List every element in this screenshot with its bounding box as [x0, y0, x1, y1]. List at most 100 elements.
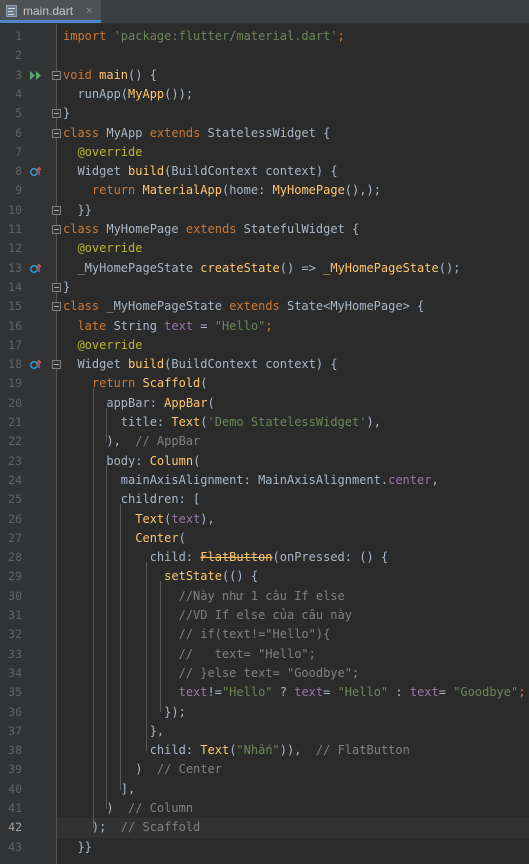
code-line[interactable]: 2: [0, 46, 529, 65]
code-line[interactable]: 10 }}: [0, 201, 529, 220]
line-number[interactable]: 41: [0, 799, 22, 818]
line-number[interactable]: 4: [0, 85, 22, 104]
code-text[interactable]: text!="Hello" ? text= "Hello" : text= "G…: [63, 683, 526, 702]
line-number[interactable]: 16: [0, 317, 22, 336]
code-line[interactable]: 26 Text(text),: [0, 510, 529, 529]
line-number[interactable]: 13: [0, 259, 22, 278]
line-number[interactable]: 12: [0, 239, 22, 258]
code-line[interactable]: 37 },: [0, 722, 529, 741]
line-number[interactable]: 1: [0, 27, 22, 46]
code-text[interactable]: },: [63, 722, 164, 741]
code-line[interactable]: 13 _MyHomePageState createState() => _My…: [0, 259, 529, 278]
code-line[interactable]: 29 setState(() {: [0, 567, 529, 586]
fold-marker-icon[interactable]: [52, 128, 61, 138]
line-number[interactable]: 38: [0, 741, 22, 760]
code-line[interactable]: 33 // text= "Hello";: [0, 645, 529, 664]
code-text[interactable]: ],: [63, 780, 135, 799]
line-number[interactable]: 6: [0, 124, 22, 143]
line-number[interactable]: 36: [0, 703, 22, 722]
line-number[interactable]: 19: [0, 374, 22, 393]
code-line[interactable]: 8 Widget build(BuildContext context) {: [0, 162, 529, 181]
line-number[interactable]: 14: [0, 278, 22, 297]
line-number[interactable]: 25: [0, 490, 22, 509]
fold-marker-icon[interactable]: [52, 205, 61, 215]
fold-marker-icon[interactable]: [52, 282, 61, 292]
line-number[interactable]: 24: [0, 471, 22, 490]
line-number[interactable]: 21: [0, 413, 22, 432]
code-line[interactable]: 22 ), // AppBar: [0, 432, 529, 451]
code-text[interactable]: import 'package:flutter/material.dart';: [63, 27, 345, 46]
line-number[interactable]: 42: [0, 818, 22, 837]
code-line[interactable]: 25 children: [: [0, 490, 529, 509]
line-number[interactable]: 26: [0, 510, 22, 529]
code-text[interactable]: ) // Column: [63, 799, 193, 818]
code-text[interactable]: return MaterialApp(home: MyHomePage(),);: [63, 181, 381, 200]
code-line[interactable]: 14}: [0, 278, 529, 297]
line-number[interactable]: 20: [0, 394, 22, 413]
code-text[interactable]: @override: [63, 336, 142, 355]
line-number[interactable]: 8: [0, 162, 22, 181]
code-text[interactable]: _MyHomePageState createState() => _MyHom…: [63, 259, 460, 278]
line-number[interactable]: 43: [0, 838, 22, 857]
code-line[interactable]: 35 text!="Hello" ? text= "Hello" : text=…: [0, 683, 529, 702]
code-line[interactable]: 7 @override: [0, 143, 529, 162]
code-line[interactable]: 5}: [0, 104, 529, 123]
code-text[interactable]: }}: [63, 201, 91, 220]
line-number[interactable]: 2: [0, 46, 22, 65]
code-line[interactable]: 1 import 'package:flutter/material.dart';: [0, 27, 529, 46]
code-line[interactable]: 36 });: [0, 703, 529, 722]
code-line[interactable]: 43 }}: [0, 838, 529, 857]
line-number[interactable]: 35: [0, 683, 22, 702]
code-line[interactable]: 42 ); // Scaffold: [0, 818, 529, 838]
code-text[interactable]: Text(text),: [63, 510, 215, 529]
code-text[interactable]: child: FlatButton(onPressed: () {: [63, 548, 388, 567]
code-line[interactable]: 27 Center(: [0, 529, 529, 548]
code-line[interactable]: 21 title: Text('Demo StatelessWidget'),: [0, 413, 529, 432]
close-icon[interactable]: ×: [86, 3, 92, 19]
line-number[interactable]: 40: [0, 780, 22, 799]
code-text[interactable]: class _MyHomePageState extends State<MyH…: [63, 297, 424, 316]
code-line[interactable]: 4 runApp(MyApp());: [0, 85, 529, 104]
line-number[interactable]: 7: [0, 143, 22, 162]
code-text[interactable]: return Scaffold(: [63, 374, 208, 393]
code-text[interactable]: title: Text('Demo StatelessWidget'),: [63, 413, 381, 432]
fold-marker-icon[interactable]: [52, 360, 61, 370]
code-text[interactable]: void main() {: [63, 66, 157, 85]
code-text[interactable]: children: [: [63, 490, 200, 509]
line-number[interactable]: 28: [0, 548, 22, 567]
code-line[interactable]: 16 late String text = "Hello";: [0, 317, 529, 336]
code-text[interactable]: }}: [63, 838, 91, 857]
fold-marker-icon[interactable]: [52, 302, 61, 312]
code-text[interactable]: child: Text("Nhấn")), // FlatButton: [63, 741, 410, 760]
override-method-icon[interactable]: [29, 359, 43, 370]
code-line[interactable]: 11 class MyHomePage extends StatefulWidge…: [0, 220, 529, 239]
code-text[interactable]: @override: [63, 239, 142, 258]
fold-marker-icon[interactable]: [52, 70, 61, 80]
code-text[interactable]: });: [63, 703, 186, 722]
code-text[interactable]: ); // Scaffold: [63, 818, 200, 837]
line-number[interactable]: 22: [0, 432, 22, 451]
line-number[interactable]: 18: [0, 355, 22, 374]
code-line[interactable]: 9 return MaterialApp(home: MyHomePage(),…: [0, 181, 529, 200]
code-text[interactable]: }: [63, 104, 70, 123]
code-line[interactable]: 19 return Scaffold(: [0, 374, 529, 393]
code-text[interactable]: }: [63, 278, 70, 297]
code-text[interactable]: ) // Center: [63, 760, 222, 779]
code-text[interactable]: Widget build(BuildContext context) {: [63, 162, 337, 181]
line-number[interactable]: 32: [0, 625, 22, 644]
code-line[interactable]: 30 //Này như 1 câu If else: [0, 587, 529, 606]
line-number[interactable]: 27: [0, 529, 22, 548]
line-number[interactable]: 15: [0, 297, 22, 316]
code-text[interactable]: // if(text!="Hello"){: [63, 625, 331, 644]
tab-main-dart[interactable]: main.dart ×: [0, 0, 101, 23]
code-line[interactable]: 40 ],: [0, 780, 529, 799]
code-line[interactable]: 34 // }else text= "Goodbye";: [0, 664, 529, 683]
line-number[interactable]: 34: [0, 664, 22, 683]
line-number[interactable]: 33: [0, 645, 22, 664]
code-text[interactable]: @override: [63, 143, 142, 162]
line-number[interactable]: 17: [0, 336, 22, 355]
line-number[interactable]: 10: [0, 201, 22, 220]
code-line[interactable]: 31 //VD If else của câu này: [0, 606, 529, 625]
code-line[interactable]: 6 class MyApp extends StatelessWidget {: [0, 124, 529, 143]
line-number[interactable]: 39: [0, 760, 22, 779]
